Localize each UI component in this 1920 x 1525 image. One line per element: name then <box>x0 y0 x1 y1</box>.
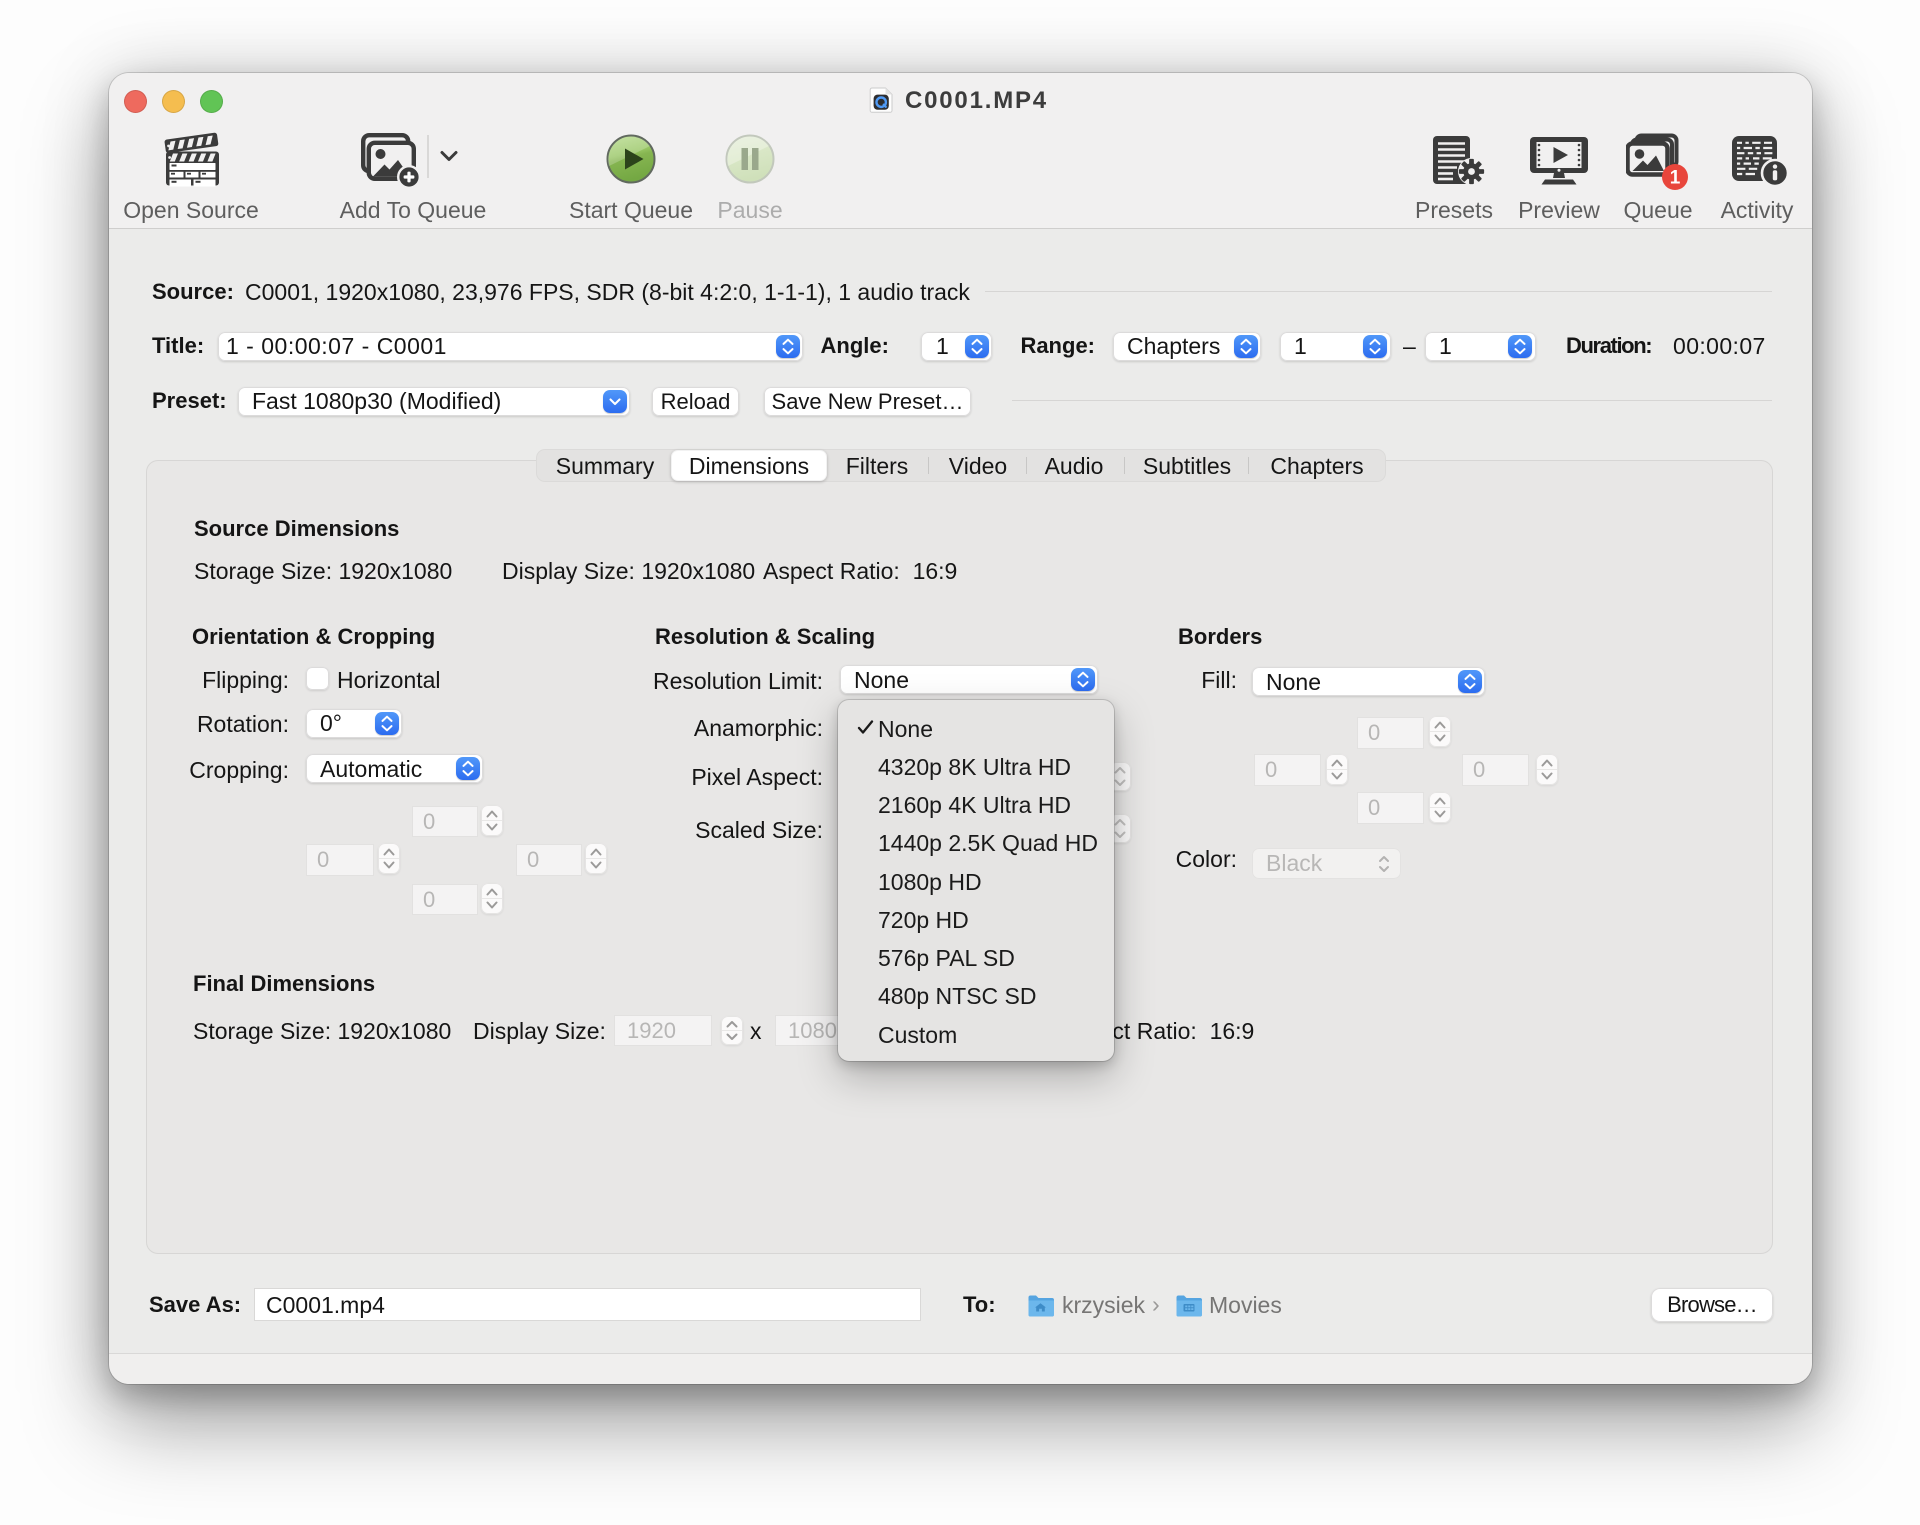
svg-text:1: 1 <box>1670 168 1681 189</box>
